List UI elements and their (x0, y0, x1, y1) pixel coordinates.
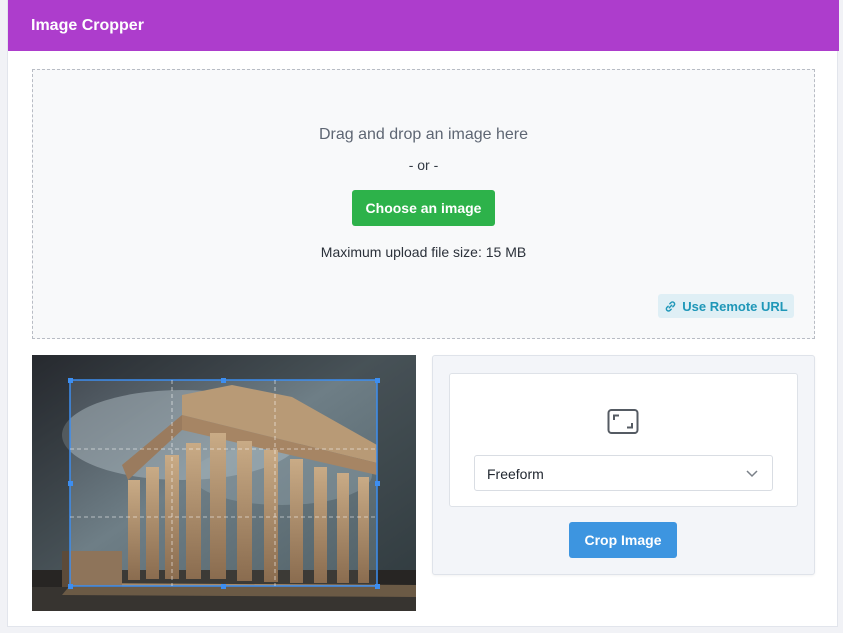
use-remote-url-button[interactable]: Use Remote URL (658, 294, 794, 318)
app-header: Image Cropper (8, 0, 839, 51)
aspect-ratio-select[interactable]: Freeform (474, 455, 773, 491)
crop-preview[interactable] (32, 355, 416, 611)
app-title: Image Cropper (31, 16, 144, 34)
dropzone-or-text: - or - (408, 157, 439, 173)
aspect-ratio-value: Freeform (487, 466, 544, 482)
aspect-ratio-icon (607, 409, 639, 434)
main-panel: Image Cropper Drag and drop an image her… (7, 0, 839, 627)
crop-image-button[interactable]: Crop Image (569, 522, 677, 558)
max-upload-size-text: Maximum upload file size: 15 MB (320, 244, 527, 260)
crop-controls: Freeform Crop Image (432, 355, 815, 575)
link-icon (665, 300, 676, 312)
parthenon-photo (32, 355, 416, 611)
drop-zone[interactable]: Drag and drop an image here - or - Choos… (32, 69, 815, 339)
choose-image-button[interactable]: Choose an image (352, 190, 495, 226)
remote-url-label: Use Remote URL (682, 298, 788, 314)
dropzone-title: Drag and drop an image here (318, 126, 529, 143)
chevron-down-icon (746, 470, 758, 478)
aspect-ratio-card: Freeform (449, 373, 798, 507)
